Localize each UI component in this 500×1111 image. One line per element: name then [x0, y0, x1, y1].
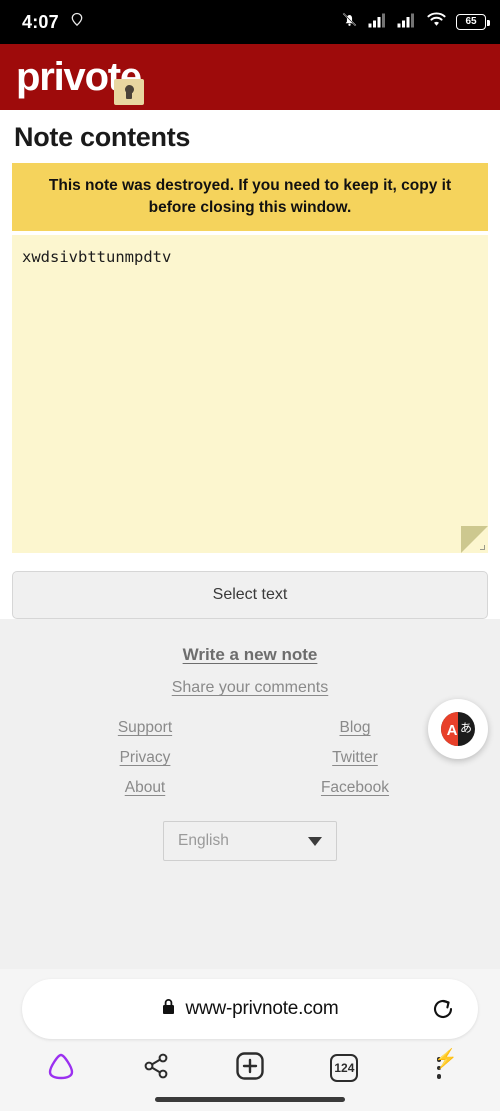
- share-comments-link[interactable]: Share your comments: [0, 679, 500, 697]
- status-time: 4:07: [22, 11, 59, 32]
- footer-column-left: Support Privacy About: [105, 719, 185, 797]
- status-bar-left: 4:07: [22, 11, 85, 33]
- select-text-button[interactable]: Select text: [12, 571, 488, 620]
- language-select[interactable]: English: [163, 821, 337, 862]
- translate-button[interactable]: A あ: [428, 699, 488, 760]
- svg-text:あ: あ: [460, 721, 472, 735]
- bell-muted-icon: [340, 10, 359, 34]
- site-header: privote: [0, 44, 500, 110]
- svg-text:A: A: [447, 722, 458, 739]
- status-bar-right: 65: [340, 10, 490, 34]
- page-content: Note contents This note was destroyed. I…: [0, 110, 500, 620]
- padlock-keyhole: [124, 84, 134, 99]
- tab-count-value: 124: [334, 1061, 355, 1075]
- new-tab-button[interactable]: [227, 1046, 273, 1090]
- note-destroyed-alert: This note was destroyed. If you need to …: [12, 163, 488, 232]
- padlock-icon: [114, 79, 144, 105]
- share-icon: [141, 1051, 171, 1086]
- overflow-menu-button[interactable]: ⚡: [416, 1046, 462, 1090]
- note-text: xwdsivbttunmpdtv: [22, 248, 172, 267]
- footer-link-support[interactable]: Support: [118, 719, 172, 737]
- url-bar-content: www-privnote.com: [161, 998, 339, 1020]
- home-indicator: [155, 1097, 345, 1102]
- wifi-icon: [426, 11, 447, 33]
- resize-handle-icon[interactable]: [480, 545, 485, 551]
- footer-link-facebook[interactable]: Facebook: [321, 779, 389, 797]
- url-bar[interactable]: www-privnote.com: [22, 979, 478, 1039]
- browser-toolbar: 124 ⚡: [0, 1039, 500, 1097]
- privnote-logo[interactable]: privote: [16, 55, 144, 105]
- language-select-value: English: [178, 832, 229, 850]
- footer-link-about[interactable]: About: [125, 779, 166, 797]
- menu-dot: [436, 1074, 441, 1079]
- footer-link-twitter[interactable]: Twitter: [332, 749, 378, 767]
- app-root: 4:07 65 privote Note contents This note …: [0, 0, 500, 1111]
- language-selector-wrapper: English: [0, 821, 500, 862]
- page-title: Note contents: [14, 122, 191, 152]
- footer-link-blog[interactable]: Blog: [339, 719, 370, 737]
- plus-icon: [234, 1050, 266, 1087]
- write-new-note-link[interactable]: Write a new note: [0, 645, 500, 665]
- footer-column-right: Blog Twitter Facebook: [315, 719, 395, 797]
- battery-level: 65: [465, 16, 477, 27]
- brave-shield-icon: [45, 1051, 77, 1086]
- brave-shield-button[interactable]: [38, 1046, 84, 1090]
- reload-button[interactable]: [430, 996, 456, 1022]
- cellular-signal-icon-2: [397, 12, 417, 33]
- note-content-area[interactable]: xwdsivbttunmpdtv: [12, 235, 488, 554]
- url-text: www-privnote.com: [185, 998, 339, 1019]
- padlock-secure-icon: [161, 998, 176, 1020]
- status-bar: 4:07 65: [0, 0, 500, 44]
- location-pin-icon: [69, 11, 85, 33]
- tab-count-icon: 124: [330, 1054, 359, 1082]
- chevron-down-icon: [308, 836, 322, 846]
- battery-indicator: 65: [456, 14, 490, 30]
- share-button[interactable]: [133, 1046, 179, 1090]
- cellular-signal-icon-1: [368, 12, 388, 33]
- footer-link-columns: Support Privacy About Blog Twitter Faceb…: [0, 719, 500, 797]
- logo-text-before: priv: [16, 55, 86, 99]
- lightning-bolt-icon: ⚡: [434, 1049, 458, 1070]
- footer-link-privacy[interactable]: Privacy: [120, 749, 171, 767]
- browser-chrome: www-privnote.com 124 ⚡: [0, 969, 500, 1111]
- tab-switcher-button[interactable]: 124: [321, 1046, 367, 1090]
- translate-icon: A あ: [441, 712, 475, 747]
